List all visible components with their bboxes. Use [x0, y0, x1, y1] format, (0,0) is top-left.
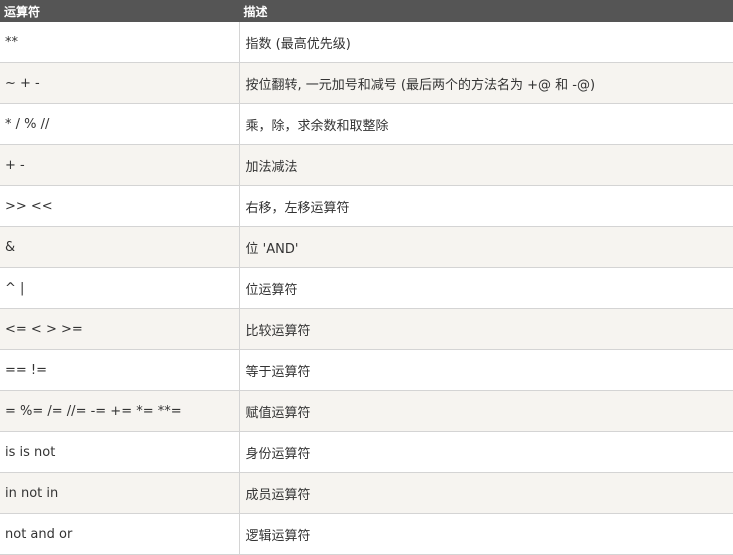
table-row: in not in 成员运算符 [0, 472, 733, 514]
description-cell: 右移，左移运算符 [239, 185, 733, 227]
operator-cell: <= < > >= [0, 308, 240, 350]
header-operator: 运算符 [0, 0, 240, 22]
description-cell: 位 'AND' [239, 226, 733, 268]
operator-cell: ~ + - [0, 62, 240, 104]
operator-cell: >> << [0, 185, 240, 227]
operator-cell: in not in [0, 472, 240, 514]
table-row: * / % // 乘，除，求余数和取整除 [0, 103, 733, 145]
table-row: = %= /= //= -= += *= **= 赋值运算符 [0, 390, 733, 432]
description-cell: 指数 (最高优先级) [239, 22, 733, 63]
description-cell: 乘，除，求余数和取整除 [239, 103, 733, 145]
header-description: 描述 [239, 0, 733, 22]
table-row: + - 加法减法 [0, 144, 733, 186]
operator-cell: not and or [0, 513, 240, 555]
table-row: ~ + - 按位翻转, 一元加号和减号 (最后两个的方法名为 +@ 和 -@) [0, 62, 733, 104]
description-cell: 位运算符 [239, 267, 733, 309]
table-row: == != 等于运算符 [0, 349, 733, 391]
operator-cell: ** [0, 22, 240, 63]
table-row: ^ | 位运算符 [0, 267, 733, 309]
operator-cell: + - [0, 144, 240, 186]
description-cell: 比较运算符 [239, 308, 733, 350]
operator-cell: is is not [0, 431, 240, 473]
description-cell: 成员运算符 [239, 472, 733, 514]
table-row: >> << 右移，左移运算符 [0, 185, 733, 227]
operator-cell: & [0, 226, 240, 268]
operator-cell: * / % // [0, 103, 240, 145]
table-header-row: 运算符 描述 [0, 0, 733, 22]
operator-cell: = %= /= //= -= += *= **= [0, 390, 240, 432]
description-cell: 等于运算符 [239, 349, 733, 391]
operator-cell: ^ | [0, 267, 240, 309]
table-row: <= < > >= 比较运算符 [0, 308, 733, 350]
table-row: ** 指数 (最高优先级) [0, 22, 733, 63]
table-row: not and or 逻辑运算符 [0, 513, 733, 555]
description-cell: 按位翻转, 一元加号和减号 (最后两个的方法名为 +@ 和 -@) [239, 62, 733, 104]
description-cell: 身份运算符 [239, 431, 733, 473]
operator-precedence-table: 运算符 描述 ** 指数 (最高优先级) ~ + - 按位翻转, 一元加号和减号… [0, 0, 733, 555]
table-row: is is not 身份运算符 [0, 431, 733, 473]
description-cell: 赋值运算符 [239, 390, 733, 432]
table-row: & 位 'AND' [0, 226, 733, 268]
description-cell: 逻辑运算符 [239, 513, 733, 555]
description-cell: 加法减法 [239, 144, 733, 186]
operator-cell: == != [0, 349, 240, 391]
